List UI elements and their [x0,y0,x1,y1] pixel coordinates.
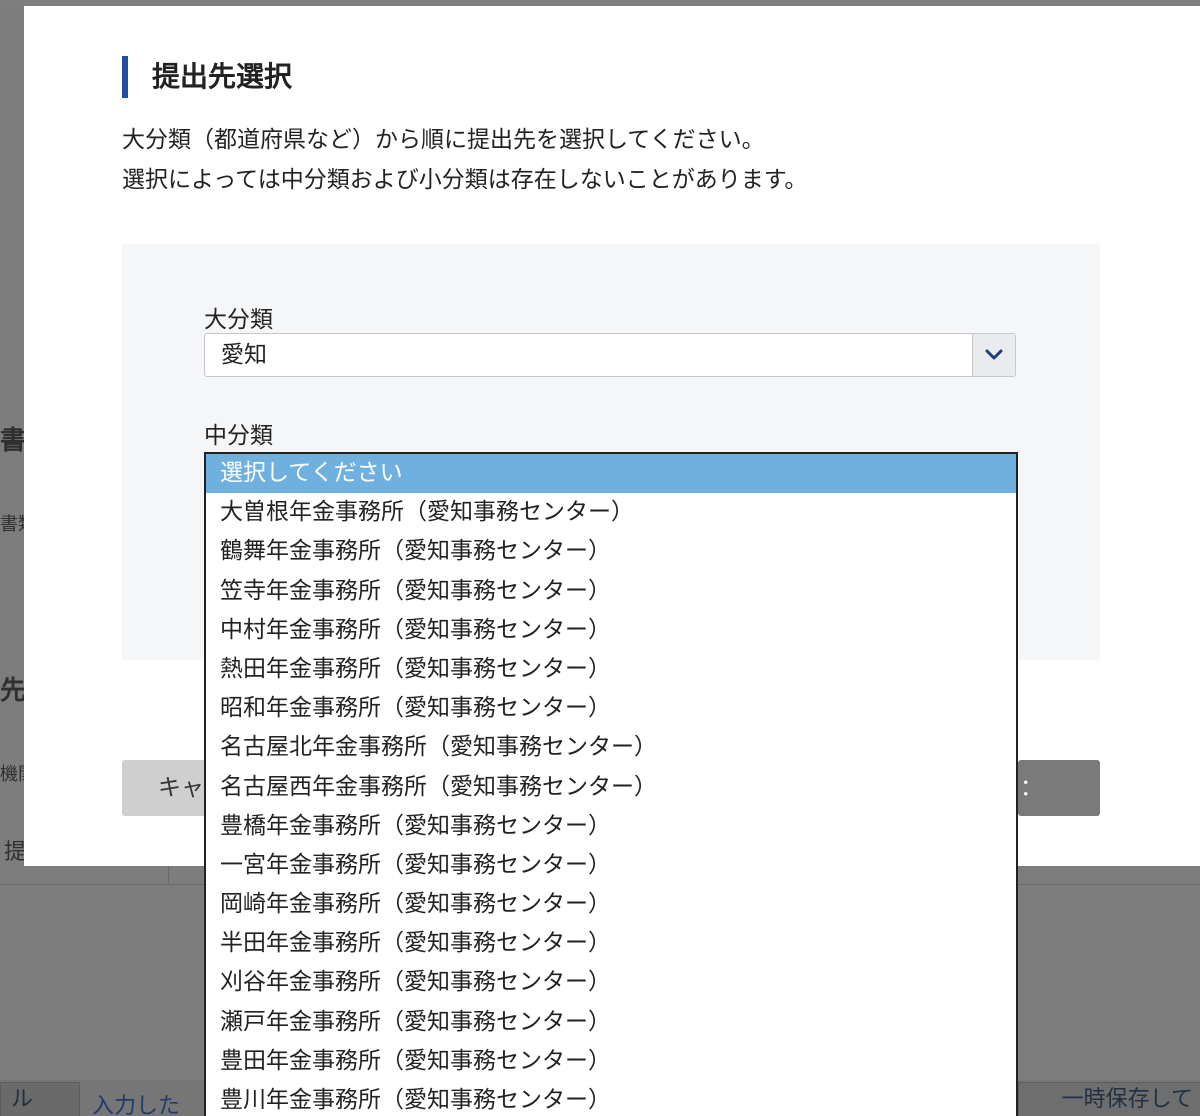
bg-text-documents: 書類 [0,514,24,535]
option-item[interactable]: 鶴舞年金事務所（愛知事務センター） [206,532,1016,571]
option-selected[interactable]: 選択してください [206,454,1016,494]
large-category-label: 大分類 [204,307,273,333]
bg-input-link[interactable]: 入力した [92,1088,204,1116]
modal-description: 大分類（都道府県など）から順に提出先を選択してください。 選択によっては中分類お… [122,120,1122,200]
mid-category-label: 中分類 [204,423,273,449]
large-category-value: 愛知 [221,342,267,368]
option-item[interactable]: 豊橋年金事務所（愛知事務センター） [206,807,1016,846]
option-item[interactable]: 半田年金事務所（愛知事務センター） [206,924,1016,963]
option-item[interactable]: 豊川年金事務所（愛知事務センター） [206,1081,1016,1116]
bg-text-agency: 機関 [0,764,24,785]
option-item[interactable]: 大曽根年金事務所（愛知事務センター） [206,493,1016,532]
chevron-down-icon[interactable] [972,334,1015,376]
option-item[interactable]: 瀬戸年金事務所（愛知事務センター） [206,1003,1016,1042]
bg-heading-destination: 先選 [0,676,24,706]
bg-divider-vertical [168,866,169,884]
option-item[interactable]: 笠寺年金事務所（愛知事務センター） [206,572,1016,611]
confirm-button[interactable]: ： [1018,760,1100,816]
description-line-2: 選択によっては中分類および小分類は存在しないことがあります。 [122,167,808,193]
option-item[interactable]: 一宮年金事務所（愛知事務センター） [206,846,1016,885]
bg-temp-save-button[interactable]: 一時保存して [1018,1082,1200,1116]
large-category-select[interactable]: 愛知 [204,333,1016,377]
option-item[interactable]: 名古屋西年金事務所（愛知事務センター） [206,768,1016,807]
description-line-1: 大分類（都道府県など）から順に提出先を選択してください。 [122,127,765,153]
option-item[interactable]: 豊田年金事務所（愛知事務センター） [206,1042,1016,1081]
option-item[interactable]: 岡崎年金事務所（愛知事務センター） [206,885,1016,924]
bg-heading-documents: 書類 [0,426,24,456]
option-item[interactable]: 中村年金事務所（愛知事務センター） [206,611,1016,650]
option-item[interactable]: 名古屋北年金事務所（愛知事務センター） [206,728,1016,767]
option-list: 選択してください 大曽根年金事務所（愛知事務センター） 鶴舞年金事務所（愛知事務セン… [206,454,1016,1116]
option-item[interactable]: 刈谷年金事務所（愛知事務センター） [206,963,1016,1002]
bg-text-submit: 提 [4,840,26,865]
mid-category-dropdown-list[interactable]: 選択してください 大曽根年金事務所（愛知事務センター） 鶴舞年金事務所（愛知事務セン… [204,452,1018,1116]
bg-back-button[interactable]: ル [0,1082,80,1116]
option-item[interactable]: 熱田年金事務所（愛知事務センター） [206,650,1016,689]
modal-title: 提出先選択 [122,56,292,98]
option-item[interactable]: 昭和年金事務所（愛知事務センター） [206,689,1016,728]
